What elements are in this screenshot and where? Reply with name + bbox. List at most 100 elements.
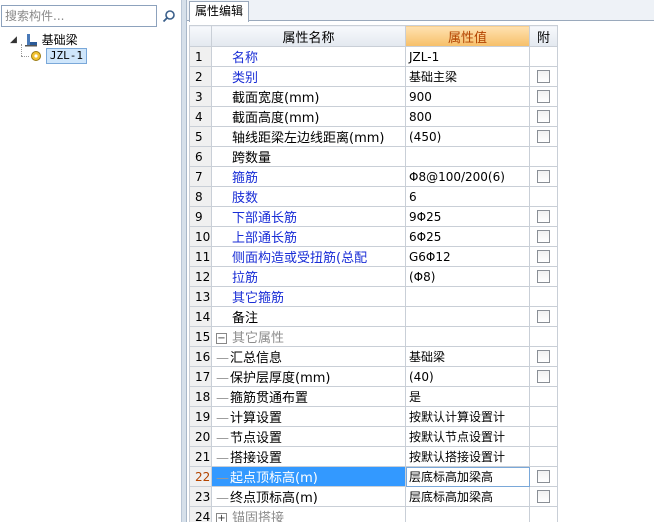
property-value-cell[interactable] [405, 506, 530, 522]
attach-checkbox[interactable] [537, 230, 550, 243]
search-input[interactable]: 搜索构件... [1, 5, 157, 27]
attach-cell [529, 86, 558, 107]
table-row[interactable]: 13 其它箍筋 [189, 286, 558, 307]
property-value-cell[interactable]: 800 [405, 106, 530, 127]
table-row[interactable]: 1 名称 JZL-1 [189, 46, 558, 67]
table-row[interactable]: 14 备注 [189, 306, 558, 327]
attach-cell [529, 506, 558, 522]
property-name-cell: 截面宽度(mm) [211, 86, 406, 107]
attach-checkbox[interactable] [537, 250, 550, 263]
table-row[interactable]: 11 侧面构造或受扭筋(总配 G6Φ12 [189, 246, 558, 267]
table-row[interactable]: 20 —节点设置 按默认节点设置计 [189, 426, 558, 447]
property-value-cell[interactable] [405, 326, 530, 347]
property-name-label: 上部通长筋 [232, 231, 298, 246]
property-value-cell[interactable]: 层底标高加梁高 [405, 466, 530, 487]
property-name-cell: − 其它属性 [211, 326, 406, 347]
property-value-cell[interactable]: G6Φ12 [405, 246, 530, 267]
table-row[interactable]: 17 —保护层厚度(mm) (40) [189, 366, 558, 387]
table-row[interactable]: 8 肢数 6 [189, 186, 558, 207]
table-row[interactable]: 18 —箍筋贯通布置是 [189, 386, 558, 407]
property-value-cell[interactable]: 6Φ25 [405, 226, 530, 247]
property-editor-panel: 属性编辑 属性名称 属性值 附 1 名称 JZL-1 2 类别 基础主梁 3 截面宽度(mm)… [187, 0, 654, 522]
property-value-cell[interactable]: 900 [405, 86, 530, 107]
property-name-label: 保护层厚度(mm) [230, 371, 331, 386]
tree-item-jzl-1[interactable]: JZL-1 [30, 48, 87, 64]
tab-property-edit[interactable]: 属性编辑 [189, 1, 250, 22]
attach-checkbox[interactable] [537, 470, 550, 483]
table-row[interactable]: 4 截面高度(mm) 800 [189, 106, 558, 127]
property-value-cell[interactable]: 按默认搭接设置计 [405, 446, 530, 467]
table-row[interactable]: 5 轴线距梁左边线距离(mm) (450) [189, 126, 558, 147]
attach-cell [529, 486, 558, 507]
row-number: 22 [189, 466, 212, 487]
gear-icon [31, 51, 41, 61]
table-row[interactable]: 12 拉筋 (Φ8) [189, 266, 558, 287]
table-row[interactable]: 24 + 锚固搭接 [189, 506, 558, 522]
attach-cell [529, 266, 558, 287]
table-row[interactable]: 3 截面宽度(mm) 900 [189, 86, 558, 107]
attach-checkbox[interactable] [537, 110, 550, 123]
property-value-cell[interactable]: 按默认节点设置计 [405, 426, 530, 447]
table-row[interactable]: 6 跨数量 [189, 146, 558, 167]
table-row[interactable]: 22 —起点顶标高(m) 层底标高加梁高 [189, 466, 558, 487]
collapse-icon[interactable]: ◢ [10, 32, 20, 48]
property-value-cell[interactable] [405, 146, 530, 167]
attach-checkbox[interactable] [537, 90, 550, 103]
attach-checkbox[interactable] [537, 270, 550, 283]
search-button[interactable] [158, 5, 180, 27]
property-value-cell[interactable]: 6 [405, 186, 530, 207]
expand-icon[interactable]: + [216, 513, 227, 522]
property-name-label: 箍筋贯通布置 [230, 391, 309, 406]
property-value-cell[interactable]: 按默认计算设置计 [405, 406, 530, 427]
tree-line-icon: — [216, 451, 229, 466]
name-column-header: 属性名称 [211, 25, 406, 47]
row-number: 12 [189, 266, 212, 287]
property-value-cell[interactable] [405, 286, 530, 307]
table-row[interactable]: 19 —计算设置 按默认计算设置计 [189, 406, 558, 427]
table-row[interactable]: 2 类别 基础主梁 [189, 66, 558, 87]
table-row[interactable]: 23 —终点顶标高(m) 层底标高加梁高 [189, 486, 558, 507]
attach-checkbox[interactable] [537, 170, 550, 183]
attach-checkbox[interactable] [537, 130, 550, 143]
attach-cell [529, 426, 558, 447]
property-name-cell: 其它箍筋 [211, 286, 406, 307]
property-value-cell[interactable]: 基础梁 [405, 346, 530, 367]
property-value-cell[interactable]: (Φ8) [405, 266, 530, 287]
tree-item-root[interactable]: ◢ 基础梁 [10, 32, 78, 48]
property-name-label: 箍筋 [232, 171, 259, 186]
table-row[interactable]: 10 上部通长筋 6Φ25 [189, 226, 558, 247]
attach-checkbox[interactable] [537, 490, 550, 503]
property-name-label: 终点顶标高(m) [230, 491, 318, 506]
attach-checkbox[interactable] [537, 370, 550, 383]
attach-checkbox[interactable] [537, 210, 550, 223]
property-name-cell: 上部通长筋 [211, 226, 406, 247]
table-row[interactable]: 21 —搭接设置 按默认搭接设置计 [189, 446, 558, 467]
table-row[interactable]: 7 箍筋 Φ8@100/200(6) [189, 166, 558, 187]
collapse-icon[interactable]: − [216, 333, 227, 344]
table-row[interactable]: 16 —汇总信息 基础梁 [189, 346, 558, 367]
row-number: 9 [189, 206, 212, 227]
property-name-cell: 跨数量 [211, 146, 406, 167]
property-value-cell[interactable] [405, 306, 530, 327]
attach-checkbox[interactable] [537, 310, 550, 323]
property-value-cell[interactable]: Φ8@100/200(6) [405, 166, 530, 187]
property-value-cell[interactable]: JZL-1 [405, 46, 530, 67]
property-value-cell[interactable]: (450) [405, 126, 530, 147]
table-row[interactable]: 9 下部通长筋 9Φ25 [189, 206, 558, 227]
property-value-cell[interactable]: 基础主梁 [405, 66, 530, 87]
attach-checkbox[interactable] [537, 350, 550, 363]
attach-checkbox[interactable] [537, 70, 550, 83]
property-name-label: 锚固搭接 [232, 511, 285, 522]
row-number: 24 [189, 506, 212, 522]
tree-connector [21, 56, 29, 57]
property-value-cell[interactable]: 9Φ25 [405, 206, 530, 227]
property-value-cell[interactable]: 是 [405, 386, 530, 407]
property-name-cell: 拉筋 [211, 266, 406, 287]
property-name-cell: 轴线距梁左边线距离(mm) [211, 126, 406, 147]
property-value-cell[interactable]: 层底标高加梁高 [405, 486, 530, 507]
property-name-cell: —搭接设置 [211, 446, 406, 467]
property-value-cell[interactable]: (40) [405, 366, 530, 387]
property-name-cell: —节点设置 [211, 426, 406, 447]
table-row[interactable]: 15− 其它属性 [189, 326, 558, 347]
property-name-label: 其它箍筋 [232, 291, 285, 306]
